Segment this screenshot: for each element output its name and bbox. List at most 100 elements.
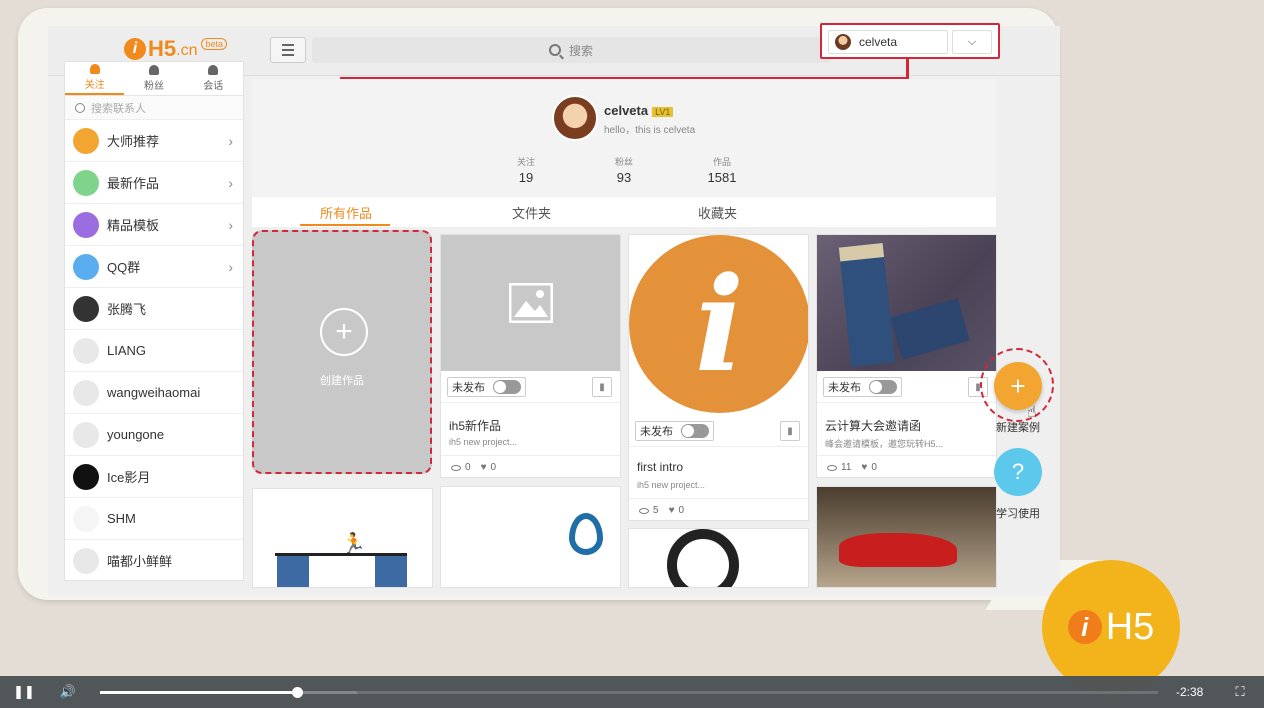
work-card[interactable] (816, 486, 997, 588)
user-menu[interactable]: celveta (828, 30, 948, 54)
tab-follow[interactable]: 关注 (65, 62, 125, 95)
create-work-label: 创建作品 (320, 375, 364, 387)
tab-chat[interactable]: 会话 (184, 62, 243, 95)
tab-folders[interactable]: 文件夹 (512, 203, 551, 222)
stat-label: 粉丝 (614, 157, 633, 167)
seek-handle[interactable] (291, 687, 303, 698)
sidebar-item[interactable]: youngone (65, 414, 243, 456)
contact-search-input[interactable]: 搜索联系人 (65, 96, 243, 120)
sidebar-item[interactable]: LIANG (65, 330, 243, 372)
logo[interactable]: i H5 .cn beta (124, 36, 227, 62)
stat-fans[interactable]: 粉丝 93 (594, 155, 654, 185)
search-icon (75, 102, 85, 113)
help-button[interactable]: ? (994, 448, 1042, 496)
chat-icon (208, 65, 219, 75)
hamburger-icon (282, 44, 294, 46)
status-text: 未发布 (828, 382, 861, 394)
eye-icon (639, 507, 649, 514)
work-card[interactable]: 未发布 ▮ 云计算大会邀请函 峰会邀请模板，邀您玩转H5... 11 ♥ 0 (816, 234, 997, 478)
video-control-bar: ❚❚ 🔊 -2:38 ⛶ (0, 676, 1264, 708)
sidebar-item-label: QQ群 (107, 260, 141, 275)
played-progress (100, 691, 297, 694)
views-count: 11 (841, 462, 852, 473)
user-menu-highlight[interactable]: celveta ⌵ (820, 23, 1000, 59)
sidebar-item[interactable]: QQ群 › (65, 246, 243, 288)
search-placeholder: 搜索 (568, 43, 593, 58)
qq-icon (73, 253, 99, 280)
stat-label: 作品 (712, 157, 731, 167)
profile-bio: hello，this is celveta (604, 125, 696, 136)
card-thumbnail[interactable]: i (629, 235, 808, 413)
work-card[interactable]: 未发布 ▮ ih5新作品 ih5 new project... 0 ♥ 0 (440, 234, 621, 478)
card-illustration (277, 556, 309, 587)
card-title[interactable]: first intro (637, 460, 683, 474)
sidebar-item-label: 张腾飞 (107, 302, 147, 317)
sidebar-item[interactable]: 喵都小鲜鲜 (65, 540, 243, 582)
sidebar-item-label: Ice影月 (107, 470, 151, 485)
sidebar-item[interactable]: 大师推荐 › (65, 120, 243, 162)
menu-button[interactable] (270, 37, 306, 63)
invitation-card-image (838, 243, 896, 367)
sidebar-item-label: 最新作品 (107, 176, 160, 191)
likes-count: 0 (678, 505, 685, 516)
stat-following[interactable]: 关注 19 (496, 155, 556, 185)
likes-count: 0 (490, 462, 497, 473)
search-input[interactable]: 搜索 (312, 37, 830, 63)
avatar-icon (73, 463, 99, 490)
stat-works[interactable]: 作品 1581 (692, 155, 752, 185)
default-avatar-icon (73, 547, 99, 574)
sidebar-item[interactable]: 最新作品 › (65, 162, 243, 204)
pause-icon[interactable]: ❚❚ (13, 682, 35, 702)
card-thumbnail[interactable] (441, 235, 620, 371)
default-avatar-icon (73, 337, 99, 364)
sidebar-item-label: youngone (107, 427, 165, 442)
logo-i-icon: i (1067, 610, 1102, 644)
image-placeholder-icon (509, 283, 553, 323)
brand-text: H5 (1105, 605, 1155, 648)
fullscreen-icon[interactable]: ⛶ (1230, 682, 1250, 702)
drop-icon (569, 513, 603, 555)
sidebar-item[interactable]: 张腾飞 (65, 288, 243, 330)
card-title[interactable]: ih5新作品 (449, 417, 501, 434)
ih5-brand-watermark: i H5 (1042, 560, 1180, 694)
create-work-card[interactable]: + 创建作品 (252, 230, 432, 474)
publish-toggle[interactable]: 未发布 (447, 377, 526, 397)
sidebar-item-label: SHM (107, 511, 136, 526)
volume-icon[interactable]: 🔊 (58, 682, 78, 702)
card-stats: 0 ♥ 0 (441, 455, 620, 479)
seek-bar[interactable] (100, 691, 1158, 694)
likes-count: 0 (871, 462, 877, 473)
work-card[interactable]: i 未发布 ▮ first intro ih5 new project... 5… (628, 234, 809, 521)
tab-label: 粉丝 (143, 81, 164, 92)
tab-all-works[interactable]: 所有作品 (320, 203, 372, 222)
trash-icon[interactable]: ▮ (592, 377, 612, 397)
tab-favorites[interactable]: 收藏夹 (698, 203, 737, 222)
stat-value: 1581 (707, 170, 737, 185)
work-card[interactable]: 🏃 (252, 488, 433, 588)
publish-toggle[interactable]: 未发布 (635, 421, 714, 441)
trash-icon[interactable]: ▮ (780, 421, 800, 441)
card-thumbnail[interactable] (817, 235, 996, 371)
work-card[interactable] (628, 528, 809, 588)
avatar-icon (73, 295, 99, 322)
tab-fans[interactable]: 粉丝 (124, 62, 183, 95)
person-icon (148, 65, 159, 75)
beta-badge: beta (201, 38, 227, 50)
sidebar-item[interactable]: wangweihaomai (65, 372, 243, 414)
sports-car-image (839, 533, 957, 567)
card-subtitle: ih5 new project... (637, 480, 706, 490)
sidebar-item[interactable]: Ice影月 (65, 456, 243, 498)
sidebar-item-label: 精品模板 (107, 218, 160, 233)
chevron-down-icon[interactable]: ⌵ (952, 30, 992, 54)
sidebar-item[interactable]: 精品模板 › (65, 204, 243, 246)
username: celveta (859, 35, 898, 49)
card-title[interactable]: 云计算大会邀请函 (825, 417, 921, 434)
layers-icon (73, 211, 99, 238)
sidebar-item[interactable]: SHM (65, 498, 243, 540)
ih5-logo-image: i (629, 235, 808, 413)
card-controls: 未发布 ▮ (629, 415, 808, 447)
work-card[interactable]: ​ (440, 486, 621, 588)
profile-name: celveta LV1 (604, 103, 674, 118)
publish-toggle[interactable]: 未发布 (823, 377, 902, 397)
contact-search-placeholder: 搜索联系人 (91, 102, 146, 115)
